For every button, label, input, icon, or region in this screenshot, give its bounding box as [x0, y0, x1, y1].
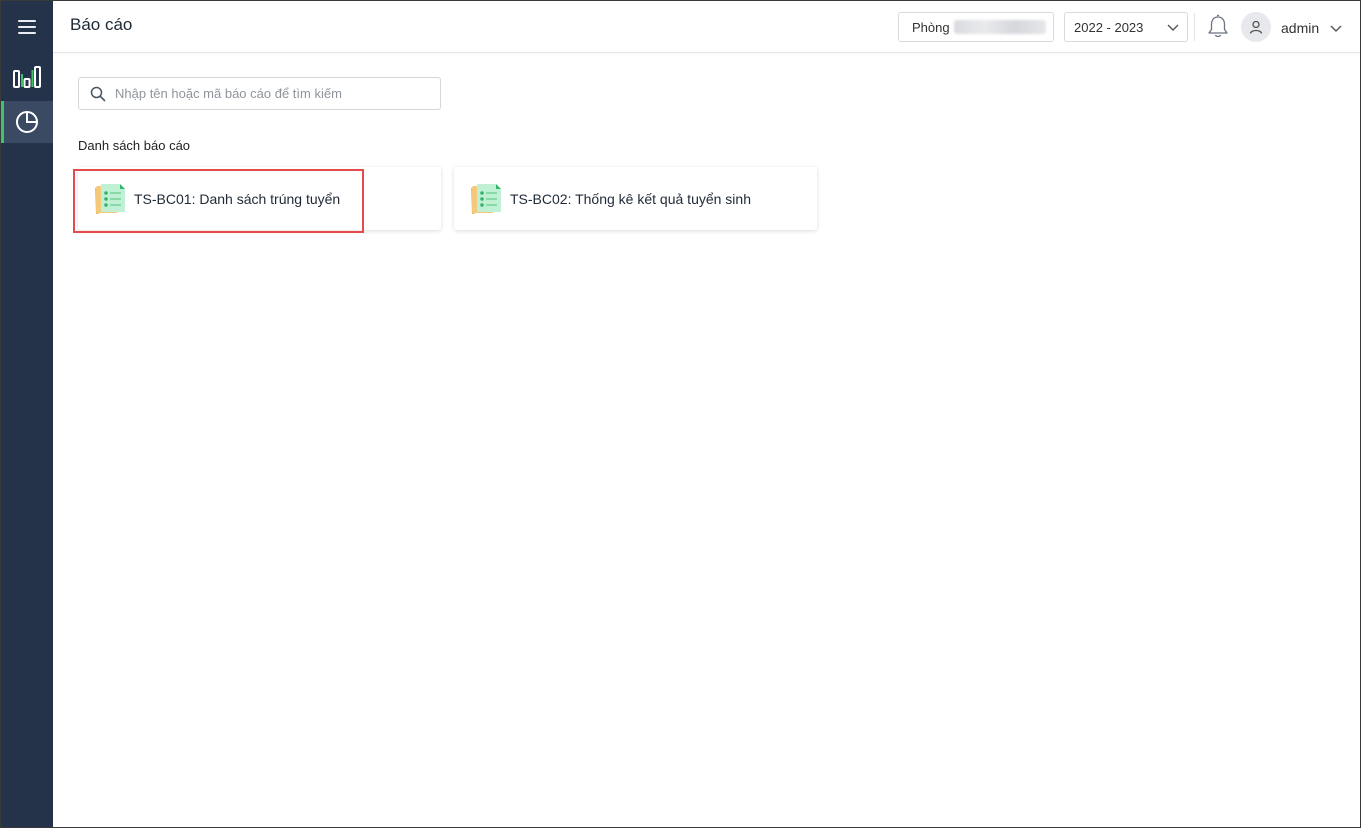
report-title: TS-BC02: Thống kê kết quả tuyển sinh — [510, 190, 751, 207]
school-year-value: 2022 - 2023 — [1074, 19, 1144, 35]
pie-chart-icon — [16, 111, 38, 133]
bar-chart-icon — [13, 66, 41, 88]
sidebar — [1, 1, 53, 827]
report-checklist-icon — [93, 183, 127, 215]
menu-toggle-button[interactable] — [1, 1, 53, 53]
username-label[interactable]: admin — [1281, 20, 1319, 36]
bell-icon — [1208, 14, 1228, 38]
notification-button[interactable] — [1205, 14, 1231, 45]
user-icon — [1249, 20, 1263, 34]
app-window: Báo cáo Phòng 2022 - 2023 admin Nhập tên… — [0, 0, 1361, 828]
header-divider — [1194, 13, 1195, 41]
department-name-redacted — [953, 20, 1046, 34]
search-input[interactable] — [115, 86, 415, 101]
sidebar-item-reports[interactable] — [1, 101, 53, 143]
top-header: Báo cáo Phòng 2022 - 2023 admin — [53, 1, 1360, 53]
sidebar-item-dashboard[interactable] — [1, 53, 53, 101]
report-title: TS-BC01: Danh sách trúng tuyển — [134, 190, 341, 207]
report-search-box — [78, 77, 441, 110]
search-icon — [90, 86, 106, 102]
department-selector[interactable]: Phòng — [898, 12, 1054, 42]
department-label: Phòng — [912, 19, 950, 35]
report-card-ts-bc02[interactable]: TS-BC02: Thống kê kết quả tuyển sinh — [454, 167, 817, 230]
school-year-select[interactable]: 2022 - 2023 — [1064, 12, 1188, 42]
user-avatar[interactable] — [1241, 12, 1271, 42]
report-card-ts-bc01[interactable]: TS-BC01: Danh sách trúng tuyển — [78, 167, 441, 230]
chevron-down-icon[interactable] — [1330, 22, 1342, 34]
hamburger-menu-icon — [18, 20, 36, 34]
report-checklist-icon — [469, 183, 503, 215]
section-title: Danh sách báo cáo — [78, 138, 191, 153]
chevron-down-icon — [1167, 24, 1179, 31]
page-title: Báo cáo — [70, 15, 133, 34]
